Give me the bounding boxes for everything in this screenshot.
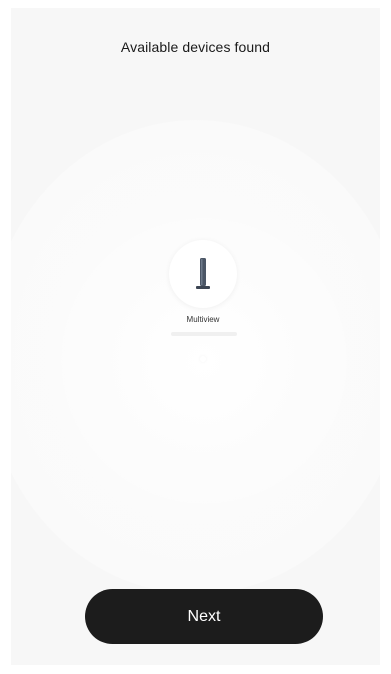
device-item-multiview[interactable]: Multiview bbox=[168, 240, 238, 350]
device-label-underline bbox=[171, 332, 237, 336]
next-button[interactable]: Next bbox=[85, 589, 323, 644]
device-scan-screen: Available devices found Multiview Next bbox=[11, 8, 380, 665]
device-name-label: Multiview bbox=[186, 315, 220, 324]
radar-center-dot bbox=[200, 356, 206, 362]
device-bubble[interactable] bbox=[169, 240, 237, 308]
page-title: Available devices found bbox=[120, 39, 271, 55]
tower-speaker-icon bbox=[196, 258, 210, 289]
